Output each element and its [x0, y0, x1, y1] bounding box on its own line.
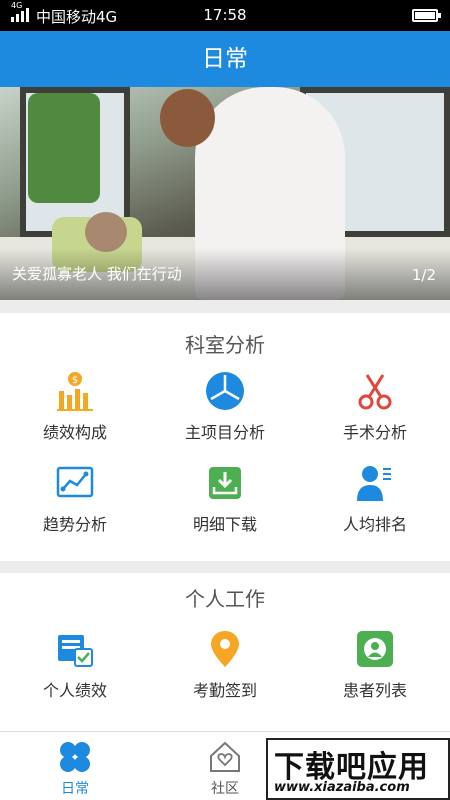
item-personal-performance[interactable]: 个人绩效 [0, 629, 150, 701]
item-detail-download[interactable]: 明细下载 [150, 463, 300, 535]
item-label: 手术分析 [342, 423, 407, 442]
item-label: 趋势分析 [42, 515, 107, 534]
pie-chart-icon [206, 372, 244, 410]
section-title: 个人工作 [185, 587, 265, 611]
department-analysis-section: 科室分析 $ 绩效构成 主项目分析 手术分析 趋势分析 明细下载 人均排名 [0, 313, 450, 561]
item-label: 主项目分析 [184, 423, 265, 442]
tab-daily[interactable]: 日常 [0, 732, 150, 800]
status-bar: 4G 中国移动4G 17:58 [0, 0, 450, 31]
section-title: 科室分析 [185, 333, 265, 357]
banner-pager: 1/2 [411, 266, 436, 284]
item-patient-list[interactable]: 患者列表 [300, 629, 450, 701]
item-label: 绩效构成 [42, 423, 107, 442]
watermark-url: www.xiazaiba.com [274, 780, 410, 795]
banner-carousel[interactable]: 关爱孤寡老人 我们在行动 1/2 [0, 87, 450, 300]
item-surgery[interactable]: 手术分析 [300, 371, 450, 443]
trend-line-icon [56, 466, 94, 498]
item-label: 个人绩效 [42, 681, 107, 700]
personal-work-section: 个人工作 个人绩效 考勤签到 患者列表 [0, 573, 450, 731]
personal-performance-icon [58, 635, 93, 667]
scissors-icon [358, 374, 392, 410]
patient-list-icon [357, 631, 393, 667]
page-title: 日常 [0, 31, 450, 87]
banner-nurse-head [160, 89, 215, 147]
banner-caption: 关爱孤寡老人 我们在行动 [12, 265, 182, 283]
item-label: 明细下载 [192, 515, 257, 534]
item-attendance[interactable]: 考勤签到 [150, 629, 300, 701]
watermark-logo: 下载吧应用 www.xiazaiba.com [266, 738, 450, 800]
tab-label: 日常 [61, 781, 89, 797]
download-tray-icon [209, 467, 241, 499]
clock: 17:58 [203, 6, 247, 24]
banner-trees [28, 93, 100, 203]
item-per-capita-ranking[interactable]: 人均排名 [300, 463, 450, 535]
house-heart-icon [210, 741, 240, 772]
battery-full-icon [412, 9, 441, 22]
item-main-project[interactable]: 主项目分析 [150, 371, 300, 443]
svg-text:$: $ [72, 375, 78, 386]
user-ranking-icon [357, 466, 391, 501]
banner-patient [85, 212, 127, 252]
item-label: 人均排名 [342, 515, 407, 534]
location-pin-icon [211, 631, 239, 667]
item-trend[interactable]: 趋势分析 [0, 463, 150, 535]
item-label: 患者列表 [342, 681, 407, 700]
item-label: 考勤签到 [192, 681, 257, 700]
clover-icon [60, 742, 90, 772]
performance-chart-icon: $ [57, 372, 93, 411]
item-performance[interactable]: $ 绩效构成 [0, 371, 150, 443]
